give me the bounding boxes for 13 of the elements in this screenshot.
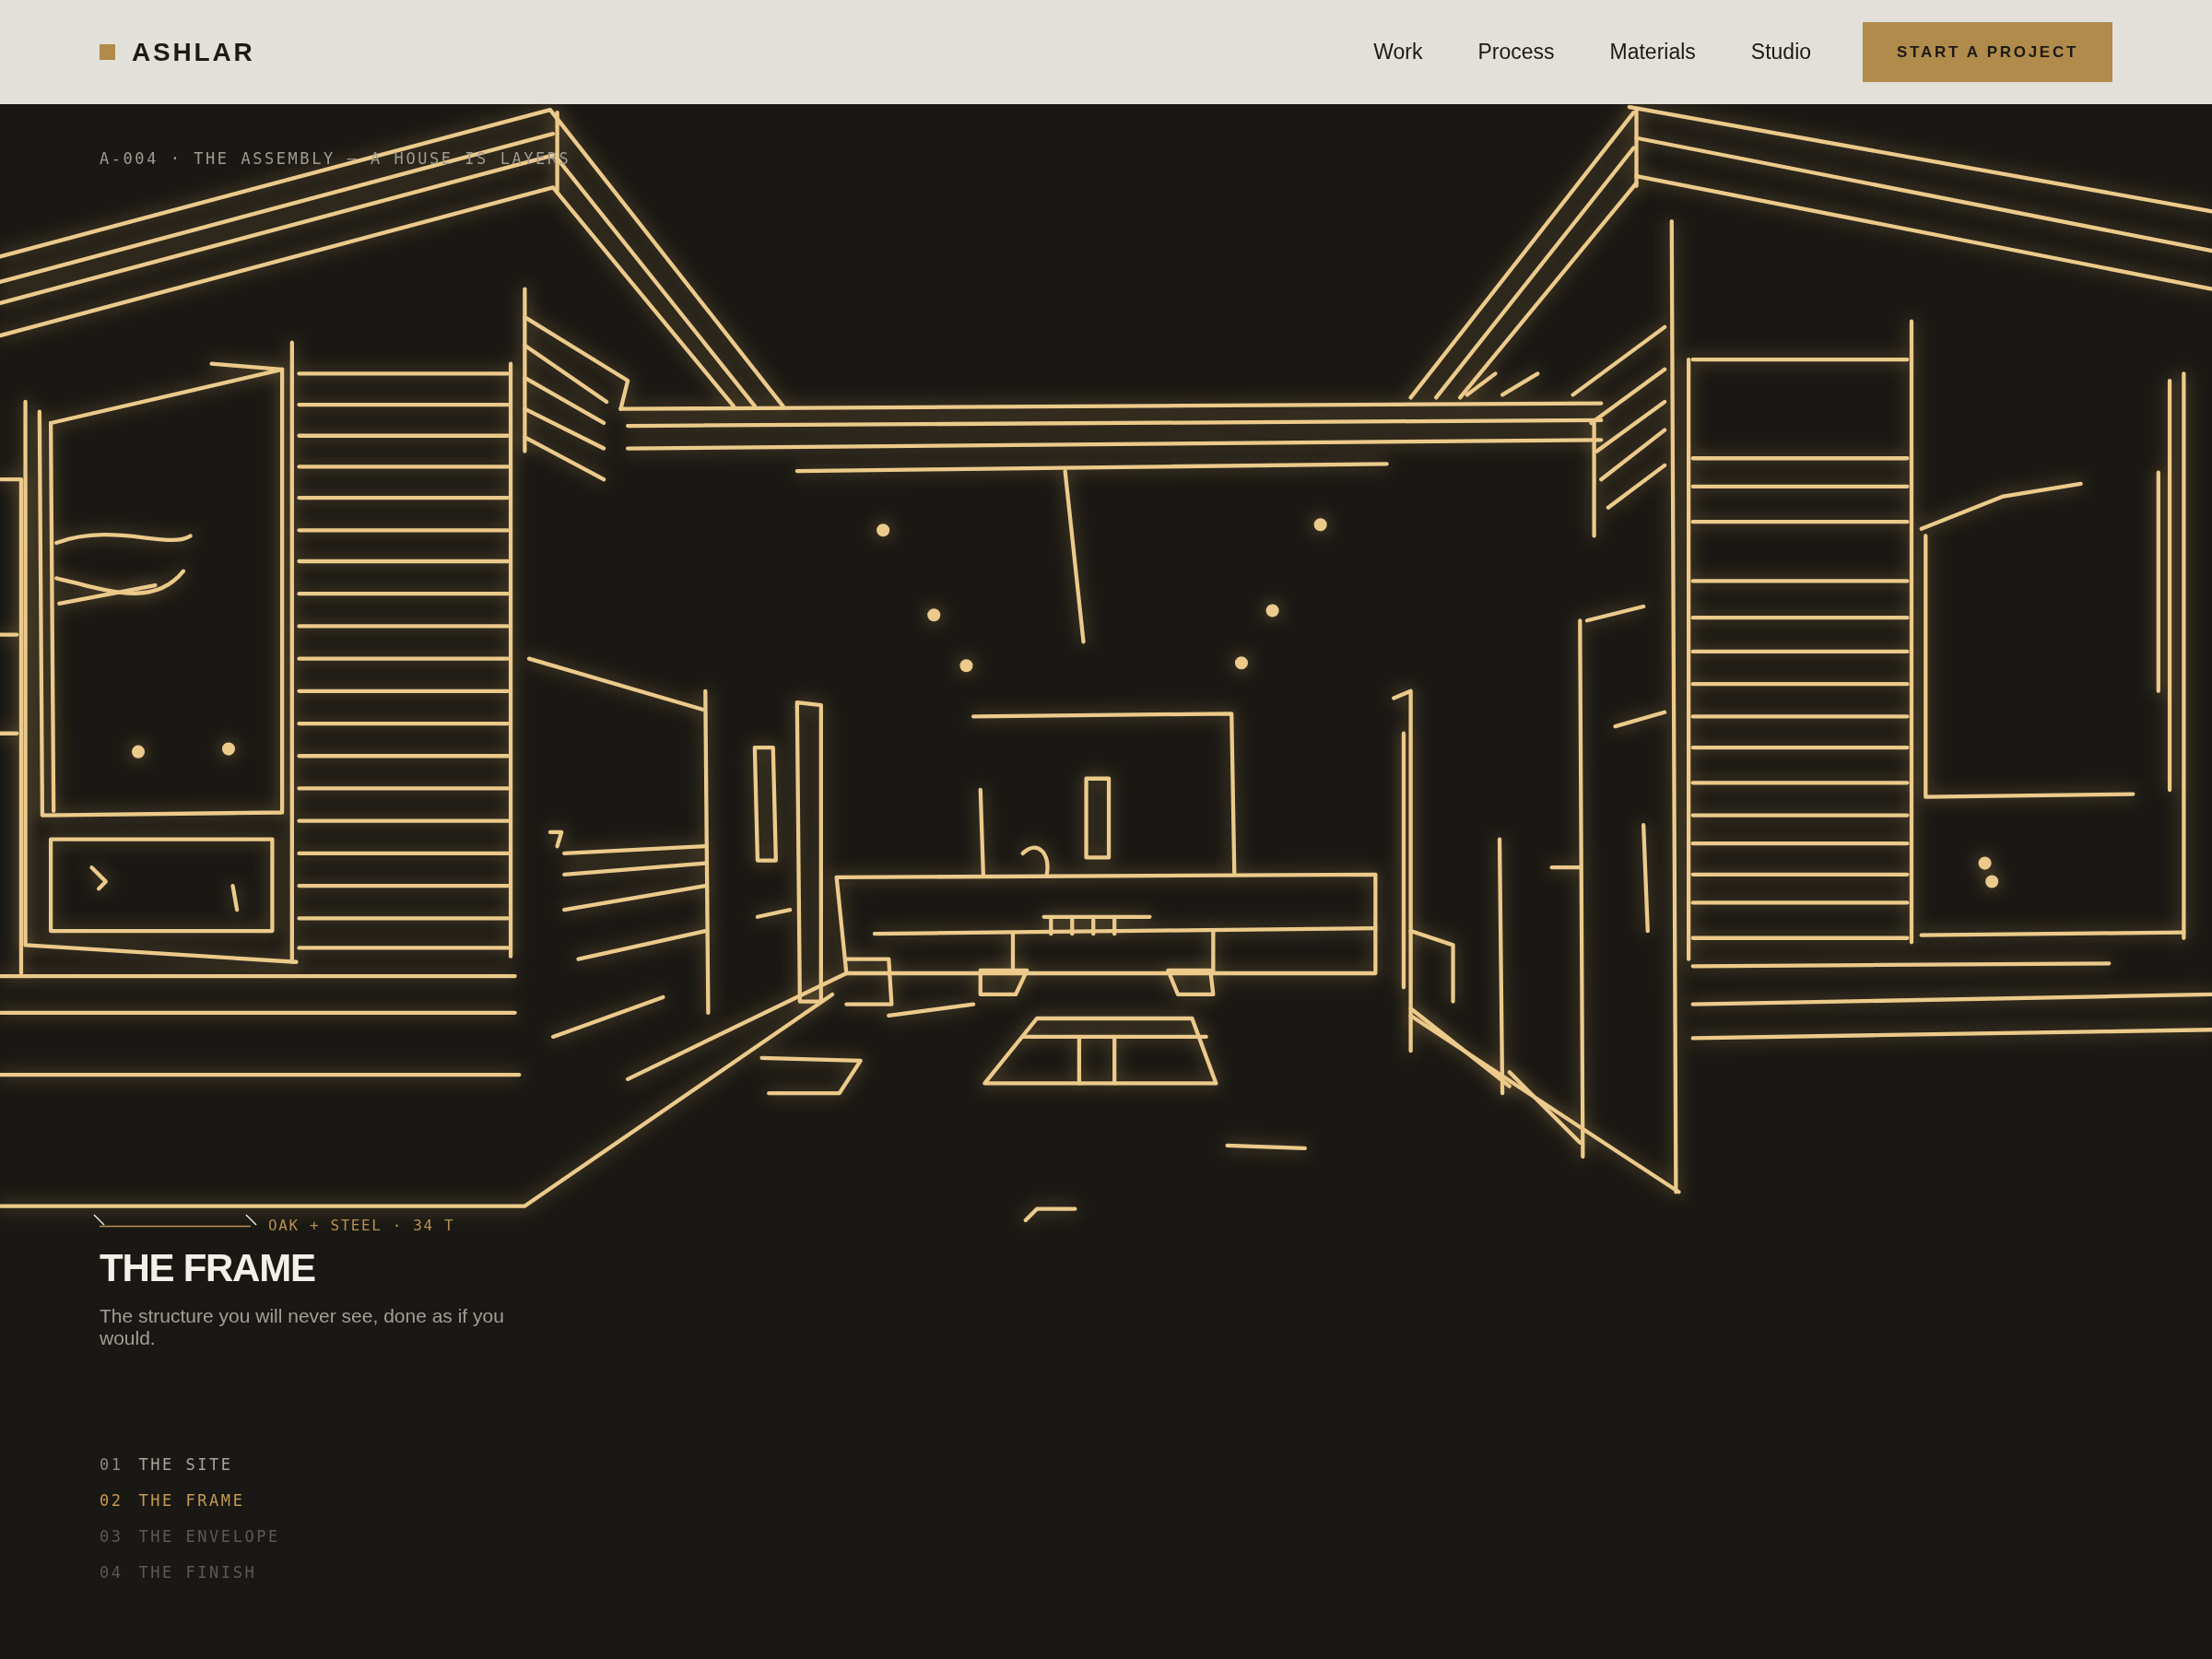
step-link[interactable]: 01 THE SITE <box>100 1454 233 1474</box>
section-description: The structure you will never see, done as if you would. <box>100 1305 505 1349</box>
nav-link[interactable]: Studio <box>1750 41 1812 63</box>
nav-link[interactable]: Process <box>1477 41 1555 63</box>
start-project-button[interactable]: START A PROJECT <box>1863 22 2112 82</box>
nav-link[interactable]: Work <box>1373 41 1423 63</box>
logo-wordmark: ASHLAR <box>132 39 255 65</box>
logo-square-icon <box>100 44 115 60</box>
material-spec: OAK + STEEL · 34 T <box>268 1217 455 1235</box>
step-link[interactable]: 02 THE FRAME <box>100 1490 245 1510</box>
section-title: THE FRAME <box>100 1249 315 1288</box>
dimension-line-icon <box>92 1214 258 1228</box>
nav-link[interactable]: Materials <box>1609 41 1696 63</box>
